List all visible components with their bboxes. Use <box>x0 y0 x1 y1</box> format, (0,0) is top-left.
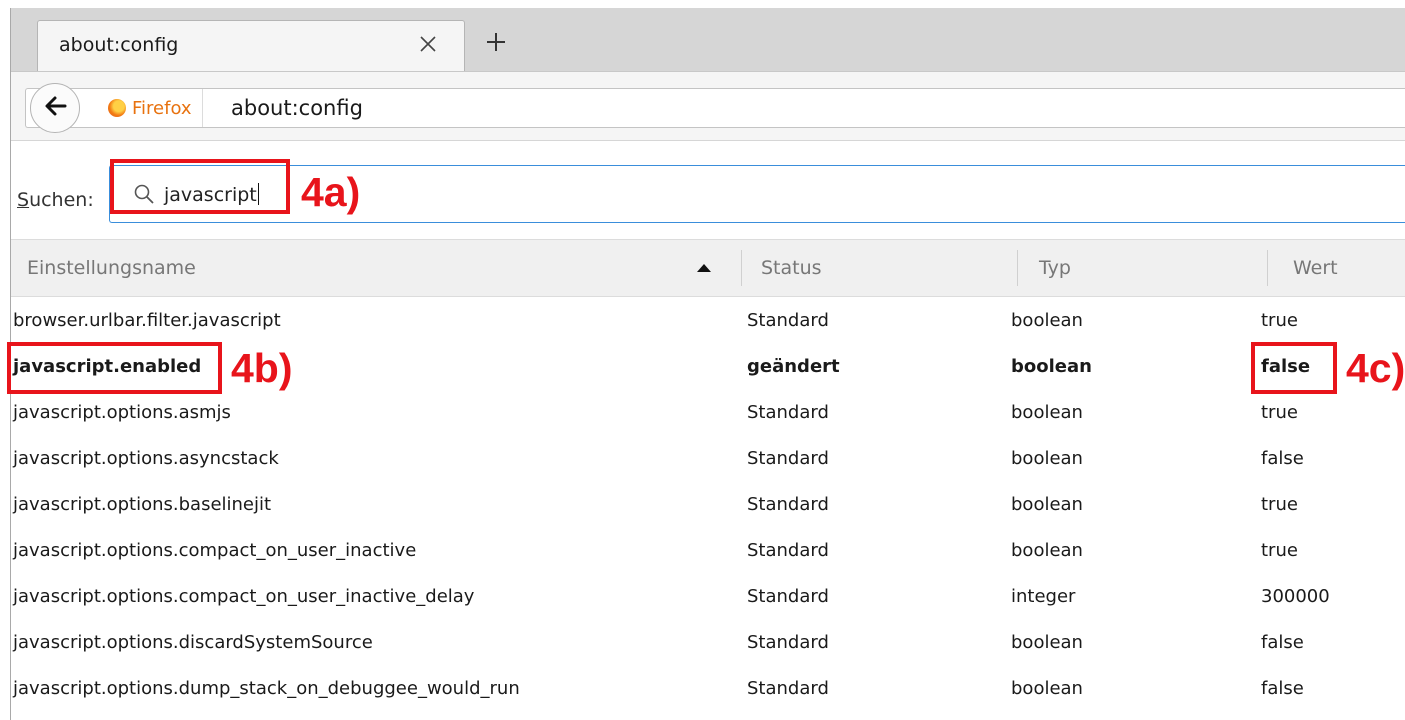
pref-name: javascript.options.compact_on_user_inact… <box>13 539 417 561</box>
pref-value: true <box>1261 401 1298 423</box>
url-bar[interactable]: Firefox about:config <box>25 83 1405 133</box>
browser-window: about:config Firefox about:config Suchen… <box>10 8 1405 720</box>
pref-type: boolean <box>1011 677 1083 699</box>
sort-ascending-icon <box>697 264 711 272</box>
search-label-text: uchen: <box>29 189 94 211</box>
search-icon <box>132 182 156 206</box>
table-row[interactable]: javascript.options.compact_on_user_inact… <box>11 527 1405 573</box>
pref-type: boolean <box>1011 539 1083 561</box>
tab-strip: about:config <box>11 8 1405 72</box>
url-text[interactable]: about:config <box>231 96 363 120</box>
search-label: Suchen: <box>17 189 94 211</box>
annotation-label-4c: 4c) <box>1346 345 1405 391</box>
table-row[interactable]: javascript.options.baselinejit Standard … <box>11 481 1405 527</box>
pref-status: Standard <box>747 585 829 607</box>
pref-name: javascript.enabled <box>13 355 202 377</box>
column-header-status[interactable]: Status <box>761 240 1011 296</box>
pref-type: boolean <box>1011 447 1083 469</box>
pref-status: Standard <box>747 401 829 423</box>
tab-about-config[interactable]: about:config <box>37 20 465 72</box>
pref-name: javascript.options.asyncstack <box>13 447 279 469</box>
search-label-accesskey: S <box>17 189 30 211</box>
pref-value: false <box>1261 631 1304 653</box>
pref-value: false <box>1261 677 1304 699</box>
annotation-label-4b: 4b) <box>231 345 293 391</box>
pref-type: boolean <box>1011 309 1083 331</box>
table-header: Einstellungsname Status Typ Wert <box>11 239 1405 297</box>
close-icon[interactable] <box>413 29 443 59</box>
site-identity[interactable]: Firefox <box>108 89 203 127</box>
pref-type: boolean <box>1011 401 1083 423</box>
column-header-name-label: Einstellungsname <box>27 257 196 279</box>
firefox-logo-icon <box>108 99 126 117</box>
pref-value: false <box>1261 355 1311 377</box>
preferences-list: browser.urlbar.filter.javascript Standar… <box>11 297 1405 711</box>
pref-name: javascript.options.discardSystemSource <box>13 631 373 653</box>
pref-name: javascript.options.compact_on_user_inact… <box>13 585 475 607</box>
back-arrow-icon <box>43 95 67 121</box>
column-separator[interactable] <box>741 250 742 286</box>
text-caret <box>257 183 259 205</box>
pref-status: Standard <box>747 447 829 469</box>
search-row: Suchen: javascript <box>11 141 1405 239</box>
identity-label: Firefox <box>132 97 192 119</box>
search-value[interactable]: javascript <box>164 183 259 206</box>
pref-status: Standard <box>747 309 829 331</box>
pref-value: true <box>1261 493 1298 515</box>
table-row[interactable]: javascript.options.asyncstack Standard b… <box>11 435 1405 481</box>
pref-type: boolean <box>1011 355 1092 377</box>
pref-type: integer <box>1011 585 1076 607</box>
plus-icon[interactable] <box>479 25 513 59</box>
tab-title: about:config <box>59 34 179 56</box>
search-query: javascript <box>164 184 257 206</box>
pref-name: browser.urlbar.filter.javascript <box>13 309 281 331</box>
pref-name: javascript.options.asmjs <box>13 401 231 423</box>
pref-status: Standard <box>747 631 829 653</box>
table-row[interactable]: javascript.options.asmjs Standard boolea… <box>11 389 1405 435</box>
annotation-label-4a: 4a) <box>301 169 361 215</box>
pref-value: true <box>1261 309 1298 331</box>
column-header-value-label: Wert <box>1293 257 1338 279</box>
table-row[interactable]: javascript.options.discardSystemSource S… <box>11 619 1405 665</box>
column-header-type[interactable]: Typ <box>1039 240 1259 296</box>
column-separator[interactable] <box>1267 250 1268 286</box>
table-row[interactable]: javascript.options.compact_on_user_inact… <box>11 573 1405 619</box>
table-row[interactable]: javascript.options.dump_stack_on_debugge… <box>11 665 1405 711</box>
pref-status: Standard <box>747 493 829 515</box>
back-button[interactable] <box>30 83 80 133</box>
pref-status: Standard <box>747 539 829 561</box>
pref-status: geändert <box>747 355 840 377</box>
column-header-status-label: Status <box>761 257 822 279</box>
nav-bar: Firefox about:config <box>11 71 1405 141</box>
table-row[interactable]: browser.urlbar.filter.javascript Standar… <box>11 297 1405 343</box>
table-row-modified[interactable]: javascript.enabled geändert boolean fals… <box>11 343 1405 389</box>
column-separator[interactable] <box>1017 250 1018 286</box>
pref-value: true <box>1261 539 1298 561</box>
column-header-type-label: Typ <box>1039 257 1071 279</box>
column-header-name[interactable]: Einstellungsname <box>27 240 727 296</box>
pref-value: 300000 <box>1261 585 1330 607</box>
pref-type: boolean <box>1011 493 1083 515</box>
column-header-value[interactable]: Wert <box>1293 240 1393 296</box>
pref-value: false <box>1261 447 1304 469</box>
pref-name: javascript.options.dump_stack_on_debugge… <box>13 677 520 699</box>
pref-type: boolean <box>1011 631 1083 653</box>
pref-status: Standard <box>747 677 829 699</box>
pref-name: javascript.options.baselinejit <box>13 493 272 515</box>
